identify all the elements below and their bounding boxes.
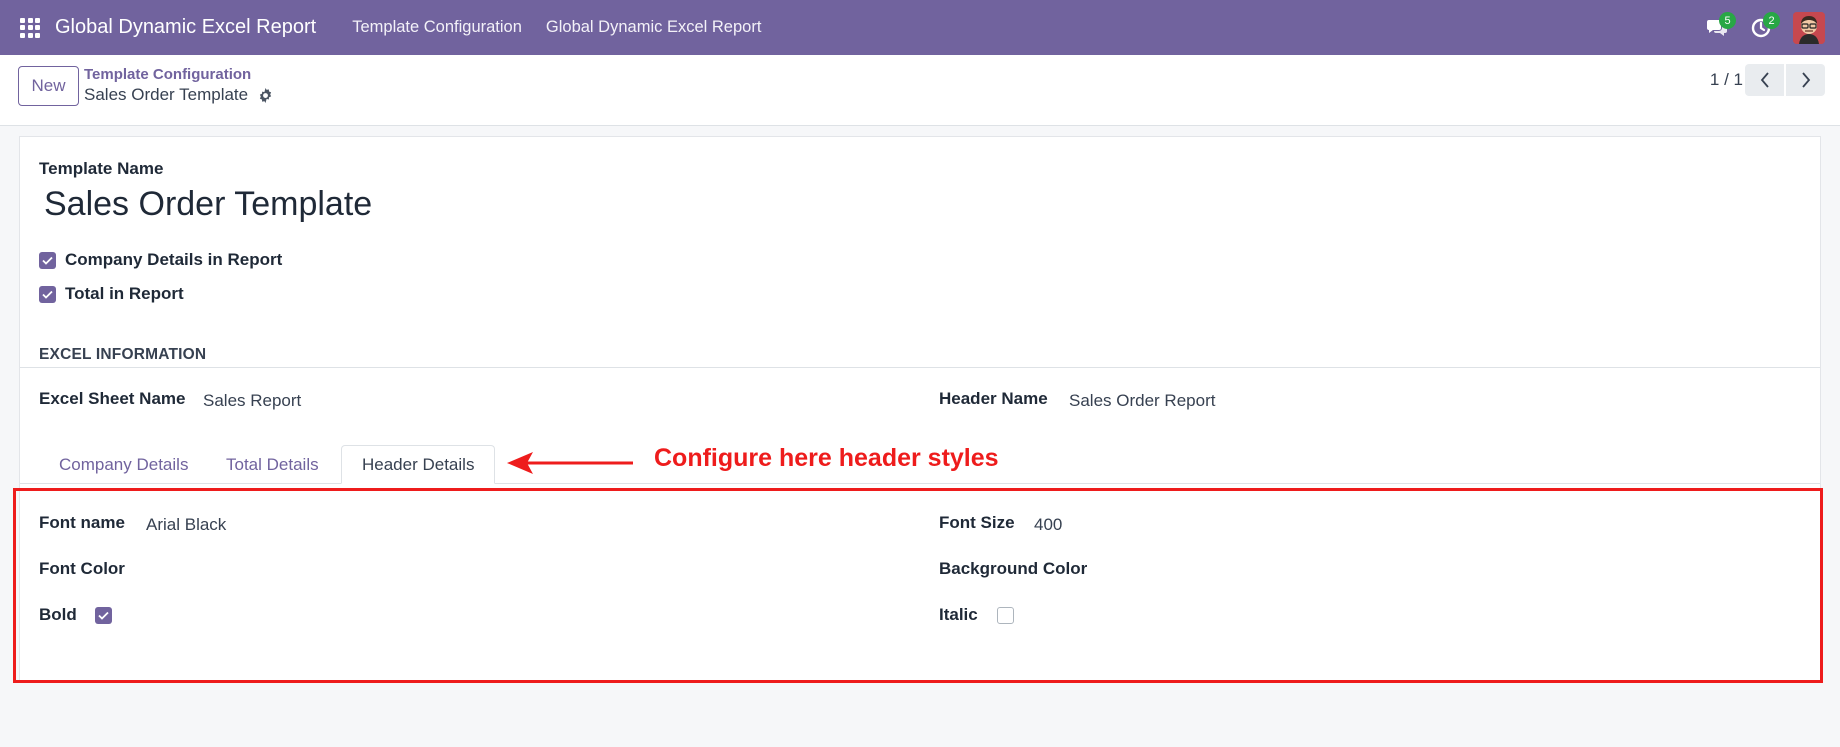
template-name-field[interactable]: Sales Order Template bbox=[44, 185, 372, 224]
annotation-highlight-box bbox=[13, 488, 1823, 683]
user-avatar[interactable] bbox=[1793, 11, 1825, 44]
company-details-checkbox[interactable] bbox=[39, 251, 56, 269]
company-details-label: Company Details in Report bbox=[65, 250, 283, 269]
menu-global-dynamic-excel-report[interactable]: Global Dynamic Excel Report bbox=[534, 0, 774, 55]
messages-button[interactable]: 5 bbox=[1695, 0, 1739, 55]
app-brand[interactable]: Global Dynamic Excel Report bbox=[55, 16, 316, 39]
control-panel: New Template Configuration Sales Order T… bbox=[0, 55, 1840, 126]
check-icon bbox=[42, 256, 53, 265]
activities-button[interactable]: 2 bbox=[1739, 0, 1783, 55]
menu-template-configuration[interactable]: Template Configuration bbox=[340, 0, 534, 55]
pager-next-button[interactable] bbox=[1786, 64, 1825, 96]
header-name-label: Header Name bbox=[939, 389, 1048, 408]
template-name-label: Template Name bbox=[39, 159, 164, 178]
annotation-text: Configure here header styles bbox=[654, 444, 999, 472]
activities-badge: 2 bbox=[1763, 12, 1780, 29]
tab-company-details[interactable]: Company Details bbox=[39, 445, 208, 484]
section-title: EXCEL INFORMATION bbox=[39, 346, 207, 363]
tab-header-details[interactable]: Header Details bbox=[341, 445, 496, 484]
messages-badge: 5 bbox=[1719, 12, 1736, 29]
total-row: Total in Report bbox=[39, 284, 184, 304]
pager-value[interactable]: 1 / 1 bbox=[1710, 70, 1743, 90]
gear-icon[interactable] bbox=[258, 87, 273, 103]
total-checkbox[interactable] bbox=[39, 285, 56, 303]
chevron-right-icon bbox=[1801, 72, 1810, 88]
header-name-field[interactable]: Sales Order Report bbox=[1069, 391, 1215, 411]
sheet-name-label: Excel Sheet Name bbox=[39, 389, 186, 408]
apps-menu-icon[interactable] bbox=[0, 0, 60, 55]
pager-previous-button[interactable] bbox=[1745, 64, 1784, 96]
tab-total-details[interactable]: Total Details bbox=[206, 445, 339, 484]
breadcrumb-template-configuration[interactable]: Template Configuration bbox=[84, 66, 251, 83]
annotation-arrow-icon bbox=[507, 452, 633, 474]
record-title-text: Sales Order Template bbox=[84, 85, 249, 104]
company-details-row: Company Details in Report bbox=[39, 250, 282, 270]
chevron-left-icon bbox=[1760, 72, 1769, 88]
record-title: Sales Order Template bbox=[84, 85, 273, 105]
sheet-name-field[interactable]: Sales Report bbox=[203, 391, 301, 411]
top-navbar: Global Dynamic Excel Report Template Con… bbox=[0, 0, 1840, 55]
new-button[interactable]: New bbox=[18, 66, 79, 106]
total-label: Total in Report bbox=[65, 284, 184, 303]
avatar-face-icon bbox=[1793, 11, 1825, 44]
section-divider bbox=[20, 367, 1820, 368]
check-icon bbox=[42, 290, 53, 299]
